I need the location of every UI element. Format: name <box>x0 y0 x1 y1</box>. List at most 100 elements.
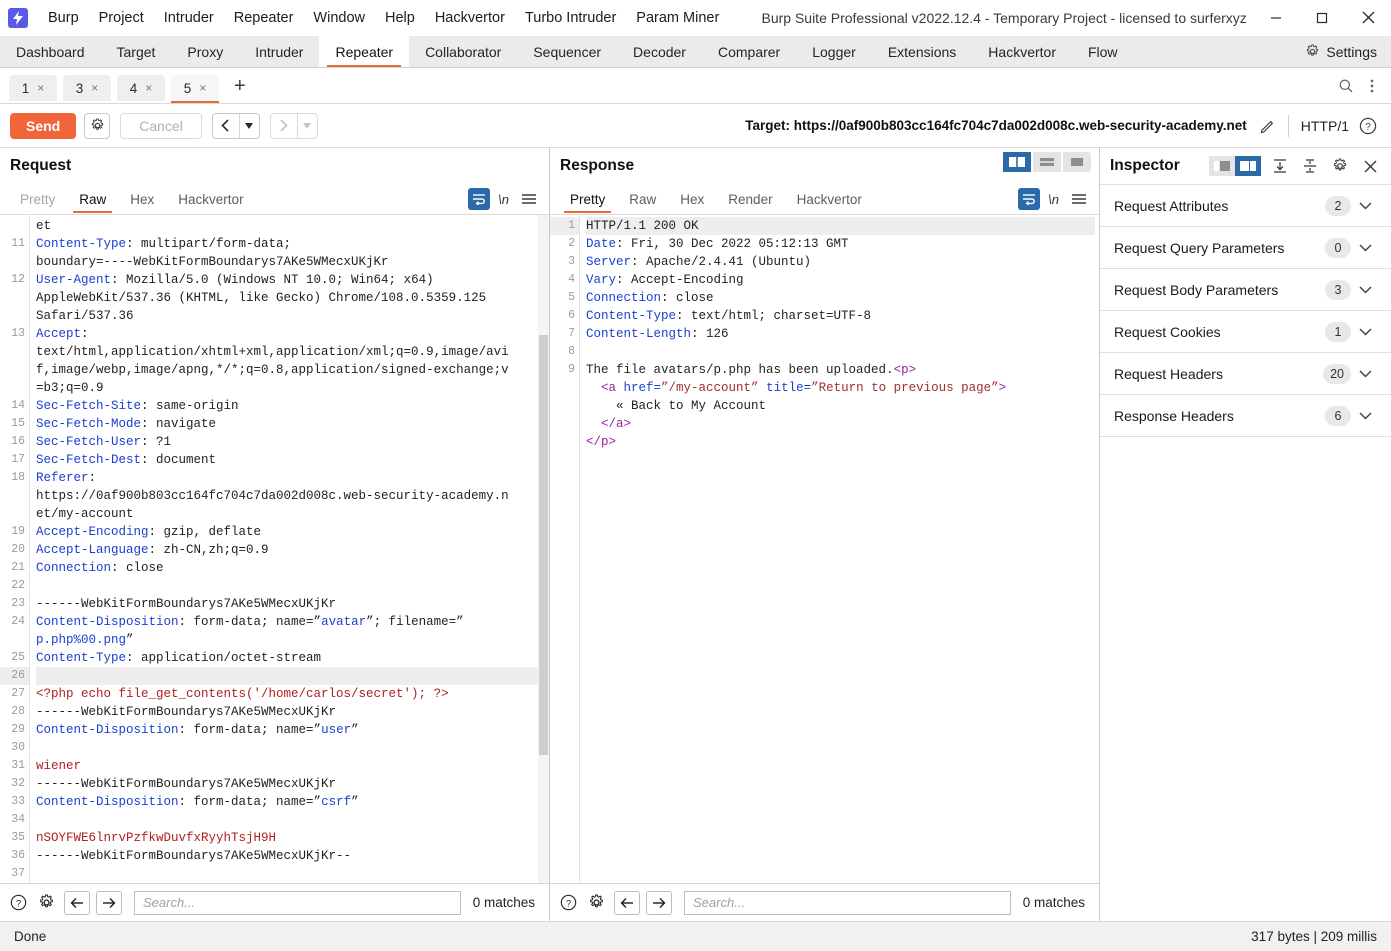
repeater-tab-4[interactable]: 4 × <box>117 75 165 101</box>
main-tab-logger[interactable]: Logger <box>796 36 872 67</box>
menu-item-turbo-intruder[interactable]: Turbo Intruder <box>515 6 626 30</box>
search-previous-button[interactable] <box>614 890 640 915</box>
request-tab-hex[interactable]: Hex <box>118 185 166 213</box>
layout-single-icon[interactable] <box>1063 152 1091 172</box>
layout-side-by-side-icon[interactable] <box>1003 152 1031 172</box>
code-line[interactable]: Content-Type: multipart/form-data; <box>36 235 545 253</box>
http-version-label[interactable]: HTTP/1 <box>1301 118 1349 134</box>
request-tab-raw[interactable]: Raw <box>67 185 118 213</box>
code-line[interactable]: </a> <box>586 415 1095 433</box>
main-tab-comparer[interactable]: Comparer <box>702 36 796 67</box>
show-newlines-button[interactable]: \n <box>1048 192 1059 207</box>
chevron-right-icon[interactable] <box>271 114 297 138</box>
code-line[interactable]: Connection: close <box>586 289 1095 307</box>
menu-item-hackvertor[interactable]: Hackvertor <box>425 6 515 30</box>
code-line[interactable]: Content-Length: 126 <box>586 325 1095 343</box>
maximize-button[interactable] <box>1299 1 1345 35</box>
expand-all-icon[interactable] <box>1269 155 1291 177</box>
search-next-button[interactable] <box>96 890 122 915</box>
code-line[interactable]: « Back to My Account <box>586 397 1095 415</box>
main-tab-proxy[interactable]: Proxy <box>171 36 239 67</box>
minimize-button[interactable] <box>1253 1 1299 35</box>
code-line[interactable]: Content-Type: text/html; charset=UTF-8 <box>586 307 1095 325</box>
chevron-down-icon[interactable] <box>1351 327 1379 336</box>
chevron-down-icon[interactable] <box>1351 411 1379 420</box>
code-line[interactable]: ------WebKitFormBoundarys7AKe5WMecxUKjKr… <box>36 847 545 865</box>
request-scrollbar-thumb[interactable] <box>539 335 548 755</box>
main-tab-collaborator[interactable]: Collaborator <box>409 36 517 67</box>
chevron-down-icon[interactable] <box>1351 243 1379 252</box>
search-settings-gear-icon[interactable] <box>584 891 608 915</box>
repeater-tab-3[interactable]: 3 × <box>63 75 111 101</box>
code-line[interactable]: Content-Disposition: form-data; name=”av… <box>36 613 545 631</box>
code-line[interactable] <box>36 865 545 883</box>
code-line[interactable]: ------WebKitFormBoundarys7AKe5WMecxUKjKr <box>36 595 545 613</box>
add-repeater-tab-button[interactable]: + <box>222 76 258 96</box>
search-icon[interactable] <box>1333 73 1359 99</box>
help-icon[interactable]: ? <box>6 891 30 915</box>
main-tab-extensions[interactable]: Extensions <box>872 36 972 67</box>
code-line[interactable]: Vary: Accept-Encoding <box>586 271 1095 289</box>
history-back-split-button[interactable] <box>211 112 260 139</box>
inspector-section-row[interactable]: Request Query Parameters 0 <box>1100 226 1391 268</box>
code-line[interactable]: <a href=”/my-account” title=”Return to p… <box>586 379 1095 397</box>
word-wrap-icon[interactable] <box>468 188 491 210</box>
search-previous-button[interactable] <box>64 890 90 915</box>
code-line[interactable]: Sec-Fetch-Mode: navigate <box>36 415 545 433</box>
close-icon[interactable]: × <box>91 81 98 95</box>
word-wrap-icon[interactable] <box>1018 188 1041 210</box>
code-line[interactable]: Sec-Fetch-Site: same-origin <box>36 397 545 415</box>
main-tab-dashboard[interactable]: Dashboard <box>0 36 101 67</box>
inspector-section-row[interactable]: Request Cookies 1 <box>1100 310 1391 352</box>
inspector-dock-left-icon[interactable] <box>1209 156 1235 176</box>
code-line[interactable]: f,image/webp,image/apng,*/*;q=0.8,applic… <box>36 361 545 379</box>
request-editor[interactable]: 11 12 13 14 15 16 17 18 19 20 21 22 23 24 25 26 27 28 29 30… <box>0 214 549 883</box>
inspector-close-icon[interactable] <box>1359 155 1381 177</box>
chevron-down-icon[interactable] <box>1351 369 1379 378</box>
response-tab-render[interactable]: Render <box>716 185 784 213</box>
main-tab-sequencer[interactable]: Sequencer <box>517 36 617 67</box>
request-search-input[interactable] <box>134 890 461 915</box>
code-line[interactable]: Accept-Encoding: gzip, deflate <box>36 523 545 541</box>
code-line[interactable]: User-Agent: Mozilla/5.0 (Windows NT 10.0… <box>36 271 545 289</box>
code-line[interactable]: Date: Fri, 30 Dec 2022 05:12:13 GMT <box>586 235 1095 253</box>
code-line[interactable]: ------WebKitFormBoundarys7AKe5WMecxUKjKr <box>36 775 545 793</box>
code-line[interactable]: Accept-Language: zh-CN,zh;q=0.9 <box>36 541 545 559</box>
chevron-down-icon[interactable] <box>1351 285 1379 294</box>
response-search-input[interactable] <box>684 890 1011 915</box>
request-tab-pretty[interactable]: Pretty <box>8 185 67 213</box>
code-line[interactable]: ------WebKitFormBoundarys7AKe5WMecxUKjKr <box>36 703 545 721</box>
code-line[interactable]: <?php echo file_get_contents('/home/carl… <box>36 685 545 703</box>
chevron-down-icon[interactable] <box>296 113 317 138</box>
code-line[interactable]: Content-Type: application/octet-stream <box>36 649 545 667</box>
response-code[interactable]: HTTP/1.1 200 OK Date: Fri, 30 Dec 2022 05… <box>580 215 1099 883</box>
code-line[interactable]: boundary=----WebKitFormBoundarys7AKe5WMe… <box>36 253 545 271</box>
menu-item-burp[interactable]: Burp <box>38 6 89 30</box>
code-line[interactable]: p.php%00.png” <box>36 631 545 649</box>
code-line[interactable]: The file avatars/p.php has been uploaded… <box>586 361 1095 379</box>
menu-item-param-miner[interactable]: Param Miner <box>626 6 729 30</box>
code-line[interactable]: et/my-account <box>36 505 545 523</box>
request-tab-hackvertor[interactable]: Hackvertor <box>166 185 255 213</box>
inspector-dock-right-icon[interactable] <box>1235 156 1261 176</box>
inspector-section-row[interactable]: Response Headers 6 <box>1100 394 1391 436</box>
inspector-section-row[interactable]: Request Body Parameters 3 <box>1100 268 1391 310</box>
send-options-gear-icon[interactable] <box>84 112 111 139</box>
repeater-tab-1[interactable]: 1 × <box>9 75 57 101</box>
response-tab-pretty[interactable]: Pretty <box>558 185 617 213</box>
code-line[interactable]: Sec-Fetch-User: ?1 <box>36 433 545 451</box>
main-tab-intruder[interactable]: Intruder <box>239 36 319 67</box>
code-line[interactable]: text/html,application/xhtml+xml,applicat… <box>36 343 545 361</box>
code-line[interactable]: Server: Apache/2.4.41 (Ubuntu) <box>586 253 1095 271</box>
response-tab-hackvertor[interactable]: Hackvertor <box>785 185 874 213</box>
code-line[interactable]: Sec-Fetch-Dest: document <box>36 451 545 469</box>
code-line[interactable] <box>36 577 545 595</box>
send-button[interactable]: Send <box>10 112 77 139</box>
code-line[interactable]: AppleWebKit/537.36 (KHTML, like Gecko) C… <box>36 289 545 307</box>
chevron-down-icon[interactable] <box>1351 201 1379 210</box>
collapse-all-icon[interactable] <box>1299 155 1321 177</box>
menu-item-project[interactable]: Project <box>89 6 154 30</box>
main-tab-target[interactable]: Target <box>101 36 172 67</box>
code-line[interactable] <box>36 811 545 829</box>
code-line[interactable]: Content-Disposition: form-data; name=”us… <box>36 721 545 739</box>
